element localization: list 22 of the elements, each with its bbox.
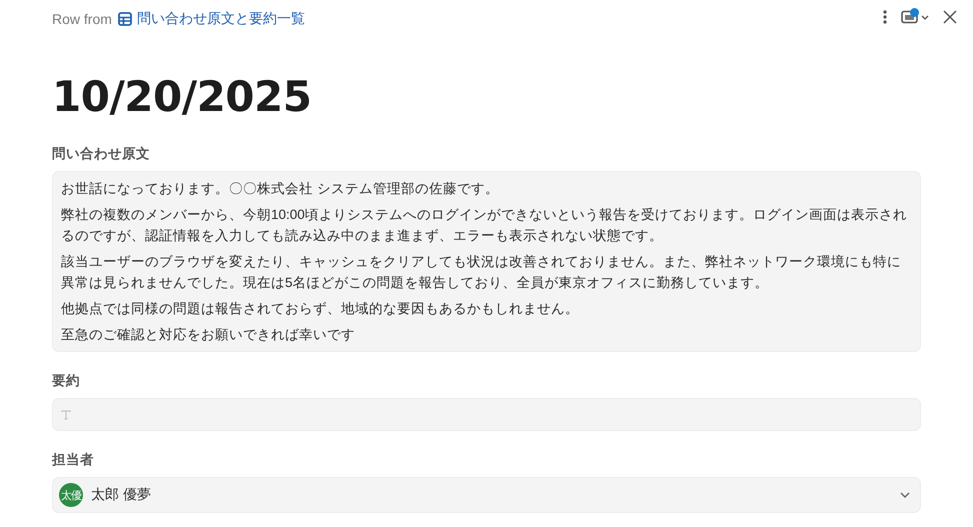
close-button[interactable] [941, 8, 959, 26]
text-type-icon [61, 410, 71, 420]
text-field[interactable] [52, 398, 921, 431]
page-title: 10/20/2025 [52, 72, 312, 121]
database-link[interactable]: 問い合わせ原文と要約一覧 [118, 10, 305, 28]
paragraph: 弊社の複数のメンバーから、今朝10:00頃よりシステムへのログインができないという報告を受けております。ログイン画面は表示されるのですが、認証情報を入力しても読み込み中のまま進まず、エラーも表示されない状態です。 [61, 206, 908, 245]
layout-menu-button[interactable] [899, 8, 931, 26]
paragraph: お世話になっております。〇〇株式会社 システム管理部の佐藤です。 [61, 180, 500, 198]
paragraph: 他拠点では同様の問題は報告されておらず、地域的な要因もあるかもしれません。 [61, 300, 580, 318]
paragraph: 至急のご確認と対応をお願いできれば幸いです [61, 326, 356, 344]
field-label: 問い合わせ原文 [52, 145, 151, 163]
panel-icon [901, 10, 929, 24]
field-label: 要約 [52, 372, 81, 390]
person-select[interactable]: 太優 太郎 優夢 [52, 477, 921, 513]
row-from-label: Row from [52, 11, 112, 27]
more-button[interactable] [881, 8, 889, 26]
chevron-down-icon [900, 492, 910, 498]
person-name: 太郎 優夢 [91, 486, 152, 504]
table-icon [118, 12, 132, 26]
avatar: 太優 [59, 483, 83, 507]
paragraph: 該当ユーザーのブラウザを変えたり、キャッシュをクリアしても状況は改善されておりません。また、弊社ネットワーク環境にも特に異常は見られませんでした。現在は5名ほどがこの問題を報告しており、全員が東京オフィスに勤務しています。 [61, 253, 902, 292]
field-label: 担当者 [52, 451, 95, 469]
